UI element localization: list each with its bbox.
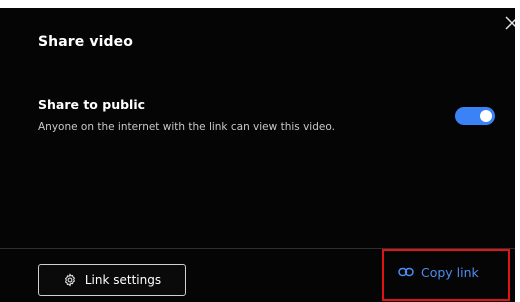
share-to-public-toggle[interactable]	[455, 107, 495, 125]
share-to-public-heading: Share to public	[38, 97, 146, 112]
gear-icon	[63, 273, 77, 287]
close-icon[interactable]	[505, 16, 515, 30]
copy-link-label: Copy link	[421, 264, 479, 280]
link-settings-button[interactable]: Link settings	[38, 264, 186, 296]
toggle-knob	[480, 110, 492, 122]
share-to-public-description: Anyone on the internet with the link can…	[38, 121, 335, 133]
copy-link-button[interactable]: Copy link	[398, 262, 479, 282]
dialog-title: Share video	[38, 34, 133, 50]
link-icon	[398, 267, 414, 277]
link-settings-label: Link settings	[84, 273, 162, 287]
